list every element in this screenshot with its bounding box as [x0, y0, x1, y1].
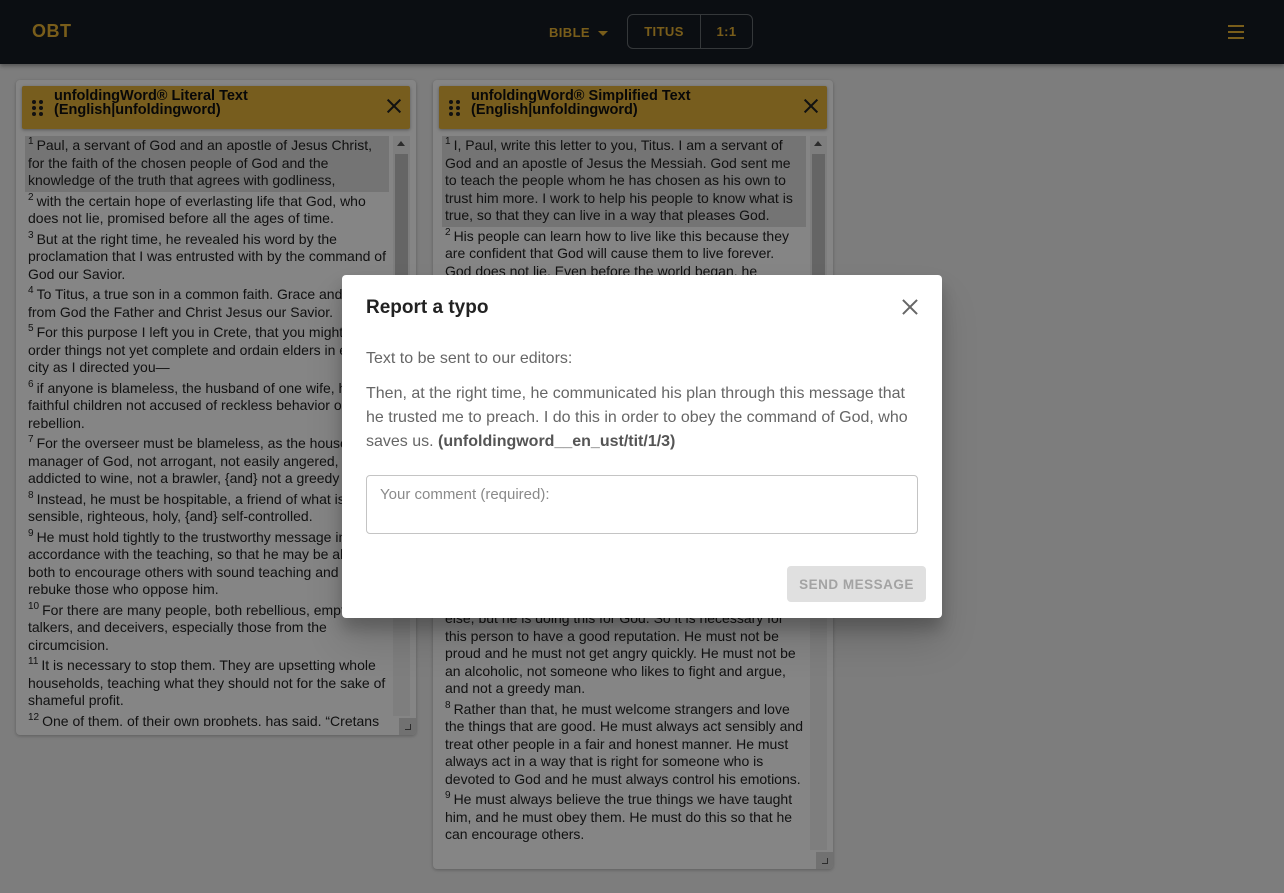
close-icon[interactable]: [900, 297, 920, 317]
send-message-button[interactable]: SEND MESSAGE: [787, 566, 926, 602]
quoted-text: Then, at the right time, he communicated…: [366, 382, 922, 454]
report-typo-dialog: Report a typo Text to be sent to our edi…: [342, 275, 942, 618]
dialog-title: Report a typo: [366, 297, 489, 318]
comment-field[interactable]: [366, 475, 918, 534]
dialog-label: Text to be sent to our editors:: [366, 350, 573, 367]
quote-reference-id: (unfoldingword__en_ust/tit/1/3): [438, 433, 676, 450]
